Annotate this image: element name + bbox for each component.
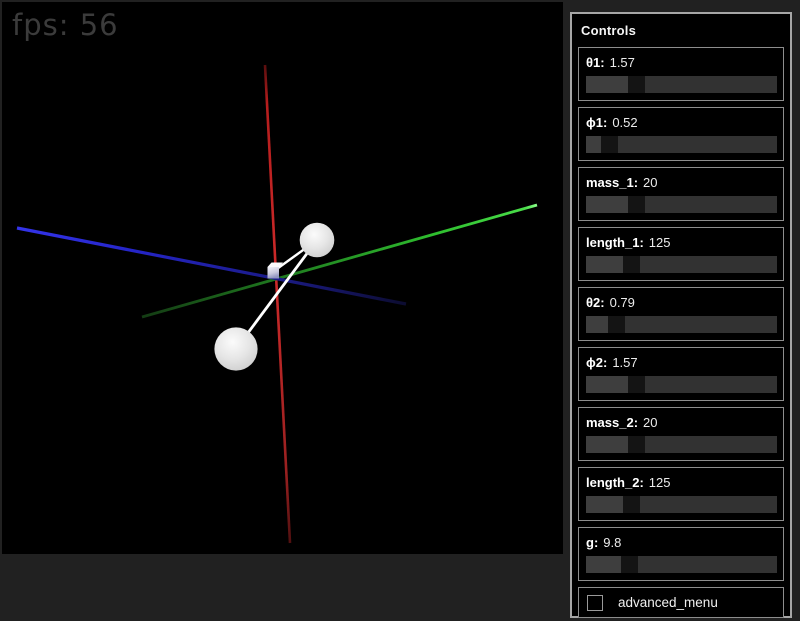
slider-phi1-label: ϕ1: (586, 115, 607, 130)
slider-phi2: ϕ2: 1.57 (578, 347, 784, 401)
slider-length1-label: length_1: (586, 235, 644, 250)
slider-length1-readout: length_1: 125 (586, 235, 777, 250)
controls-panel-title: Controls (581, 23, 784, 38)
slider-mass1-fill (586, 196, 628, 213)
slider-length2-track[interactable] (586, 496, 777, 513)
slider-length2-value: 125 (649, 475, 671, 490)
fps-counter: fps: 56 (12, 8, 119, 42)
slider-phi1-value: 0.52 (612, 115, 637, 130)
pendulum-bob-1 (300, 223, 335, 258)
slider-mass1-value: 20 (643, 175, 657, 190)
slider-theta1-readout: θ1: 1.57 (586, 55, 777, 70)
slider-theta1-value: 1.57 (610, 55, 635, 70)
advanced-menu-label: advanced_menu (618, 595, 718, 610)
slider-length1: length_1: 125 (578, 227, 784, 281)
z-axis-line-blue (17, 228, 406, 304)
slider-g-track[interactable] (586, 556, 777, 573)
slider-phi1-fill (586, 136, 601, 153)
slider-phi1-track[interactable] (586, 136, 777, 153)
slider-length1-track[interactable] (586, 256, 777, 273)
slider-phi2-label: ϕ2: (586, 355, 607, 370)
slider-phi2-value: 1.57 (612, 355, 637, 370)
app-window: fps: 56 Controls θ1:1.57 ϕ1:0.52 ma (0, 0, 800, 621)
slider-phi1-handle[interactable] (601, 136, 618, 153)
slider-theta2-track[interactable] (586, 316, 777, 333)
slider-mass2-handle[interactable] (628, 436, 645, 453)
advanced-menu-checkbox[interactable] (587, 595, 603, 611)
slider-phi2-handle[interactable] (628, 376, 645, 393)
slider-mass1-readout: mass_1: 20 (586, 175, 777, 190)
slider-theta1: θ1: 1.57 (578, 47, 784, 101)
slider-phi2-readout: ϕ2: 1.57 (586, 355, 777, 370)
controls-panel: Controls θ1: 1.57 ϕ1: 0.52 mass_1: 20 (570, 12, 792, 618)
pendulum-bob-2 (214, 327, 257, 370)
slider-g-value: 9.8 (603, 535, 621, 550)
slider-g-handle[interactable] (621, 556, 638, 573)
slider-theta2-readout: θ2: 0.79 (586, 295, 777, 310)
slider-length2: length_2: 125 (578, 467, 784, 521)
slider-theta2-fill (586, 316, 608, 333)
slider-theta2: θ2: 0.79 (578, 287, 784, 341)
slider-theta2-handle[interactable] (608, 316, 625, 333)
slider-g-fill (586, 556, 621, 573)
slider-mass1-label: mass_1: (586, 175, 638, 190)
slider-mass2-track[interactable] (586, 436, 777, 453)
slider-length1-fill (586, 256, 623, 273)
origin-pivot-cube (268, 263, 284, 279)
slider-theta1-handle[interactable] (628, 76, 645, 93)
pendulum-scene (2, 2, 563, 554)
slider-mass1: mass_1: 20 (578, 167, 784, 221)
slider-mass2-label: mass_2: (586, 415, 638, 430)
slider-length2-handle[interactable] (623, 496, 640, 513)
slider-length1-handle[interactable] (623, 256, 640, 273)
slider-mass2-readout: mass_2: 20 (586, 415, 777, 430)
slider-phi1: ϕ1: 0.52 (578, 107, 784, 161)
slider-mass2-value: 20 (643, 415, 657, 430)
slider-phi2-fill (586, 376, 628, 393)
simulation-canvas[interactable]: fps: 56 (2, 2, 563, 554)
slider-theta2-label: θ2: (586, 295, 605, 310)
slider-length2-fill (586, 496, 623, 513)
slider-theta1-fill (586, 76, 628, 93)
slider-theta1-label: θ1: (586, 55, 605, 70)
slider-theta2-value: 0.79 (610, 295, 635, 310)
slider-length2-readout: length_2: 125 (586, 475, 777, 490)
slider-g-label: g: (586, 535, 598, 550)
slider-length1-value: 125 (649, 235, 671, 250)
slider-mass1-track[interactable] (586, 196, 777, 213)
slider-g-readout: g: 9.8 (586, 535, 777, 550)
slider-mass2: mass_2: 20 (578, 407, 784, 461)
slider-mass2-fill (586, 436, 628, 453)
slider-g: g: 9.8 (578, 527, 784, 581)
slider-theta1-track[interactable] (586, 76, 777, 93)
slider-phi1-readout: ϕ1: 0.52 (586, 115, 777, 130)
slider-phi2-track[interactable] (586, 376, 777, 393)
advanced-menu-row[interactable]: advanced_menu (578, 587, 784, 618)
slider-mass1-handle[interactable] (628, 196, 645, 213)
slider-length2-label: length_2: (586, 475, 644, 490)
x-axis-line-green (142, 205, 537, 317)
